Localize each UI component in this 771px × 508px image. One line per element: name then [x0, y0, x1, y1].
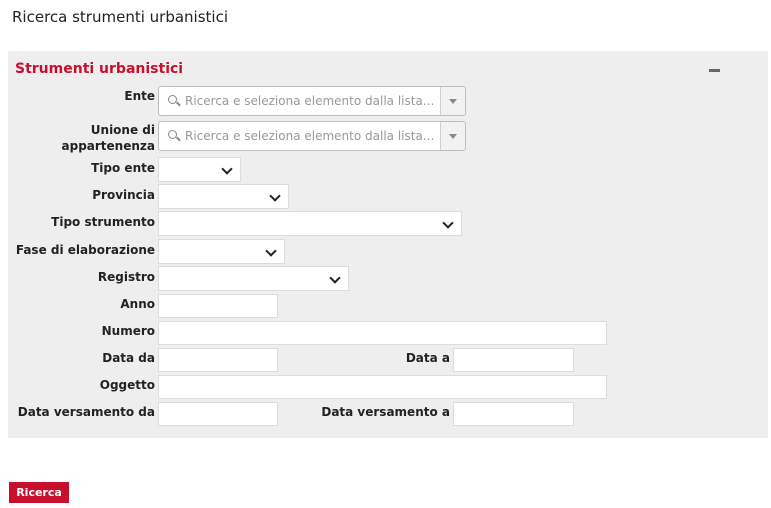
- chevron-down-icon: [442, 217, 454, 229]
- unione-label-line1: Unione di: [90, 123, 155, 137]
- registro-select[interactable]: [158, 266, 349, 291]
- tipo-ente-select[interactable]: [158, 157, 241, 182]
- unione-placeholder: Ricerca e seleziona elemento dalla lista…: [185, 129, 435, 143]
- data-da-input[interactable]: [158, 348, 278, 372]
- provincia-select[interactable]: [158, 184, 289, 209]
- dropdown-toggle-icon[interactable]: [440, 122, 465, 150]
- page-title: Ricerca strumenti urbanistici: [12, 8, 228, 26]
- ente-placeholder: Ricerca e seleziona elemento dalla lista…: [185, 94, 435, 108]
- fase-select[interactable]: [158, 239, 285, 264]
- numero-label: Numero: [101, 324, 155, 338]
- panel-title: Strumenti urbanistici: [15, 61, 184, 77]
- data-da-label: Data da: [102, 351, 155, 365]
- data-a-input[interactable]: [453, 348, 574, 372]
- anno-input[interactable]: [158, 294, 278, 318]
- data-a-label: Data a: [405, 351, 450, 365]
- unione-label: Unione di appartenenza: [62, 122, 155, 154]
- dropdown-toggle-icon[interactable]: [440, 87, 465, 115]
- data-versamento-da-input[interactable]: [158, 402, 278, 426]
- collapse-icon[interactable]: [709, 61, 720, 73]
- ente-combobox[interactable]: Ricerca e seleziona elemento dalla lista…: [158, 86, 466, 116]
- registro-label: Registro: [97, 270, 155, 284]
- numero-input[interactable]: [158, 321, 607, 345]
- tipo-ente-label: Tipo ente: [91, 161, 155, 175]
- tipo-strumento-label: Tipo strumento: [51, 215, 155, 229]
- unione-combobox[interactable]: Ricerca e seleziona elemento dalla lista…: [158, 121, 466, 151]
- data-versamento-a-label: Data versamento a: [321, 405, 450, 419]
- chevron-down-icon: [329, 272, 341, 284]
- unione-label-line2: appartenenza: [61, 139, 155, 153]
- ente-label: Ente: [124, 89, 155, 103]
- oggetto-input[interactable]: [158, 375, 607, 399]
- chevron-down-icon: [265, 245, 277, 257]
- search-icon: [168, 130, 177, 139]
- oggetto-label: Oggetto: [99, 378, 155, 392]
- data-versamento-da-label: Data versamento da: [17, 405, 155, 419]
- search-icon: [168, 95, 177, 104]
- anno-label: Anno: [120, 297, 155, 311]
- provincia-label: Provincia: [92, 188, 155, 202]
- chevron-down-icon: [221, 163, 233, 175]
- data-versamento-a-input[interactable]: [453, 402, 574, 426]
- chevron-down-icon: [269, 190, 281, 202]
- tipo-strumento-select[interactable]: [158, 211, 462, 236]
- fase-label: Fase di elaborazione: [15, 243, 155, 257]
- search-button[interactable]: Ricerca: [9, 482, 69, 503]
